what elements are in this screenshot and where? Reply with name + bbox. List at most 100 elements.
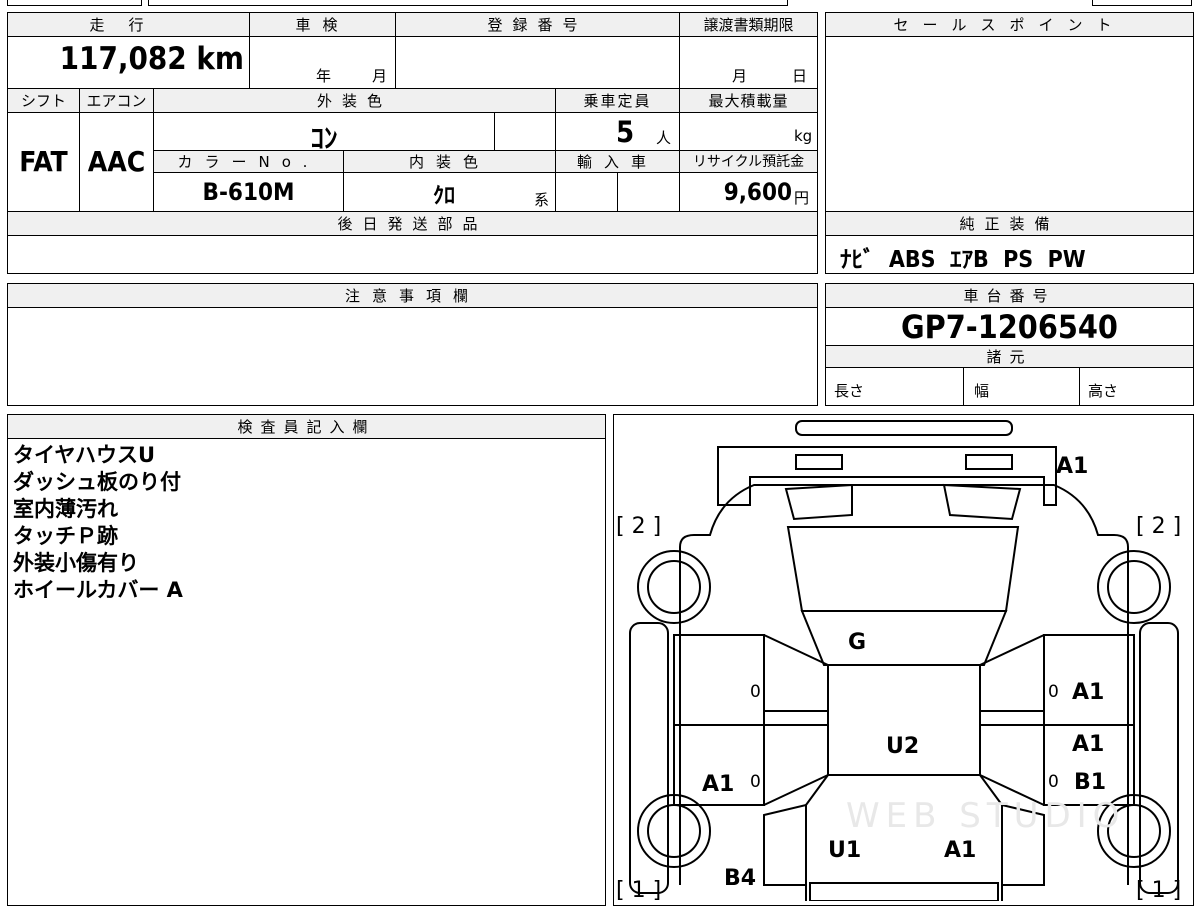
mileage-cell: 走行 117,082 km (8, 13, 250, 88)
damage-mark-front-right-door: A1 (1072, 732, 1104, 757)
interior-color-value: ｸﾛ (432, 184, 455, 209)
zero-mark: 0 (1048, 772, 1059, 792)
damage-mark-front-left-panel: B4 (724, 866, 756, 891)
cabin-top-shape (800, 610, 1008, 666)
roof-shape (786, 526, 1020, 612)
registration-cell: 登録番号 (396, 13, 680, 88)
rear-lamp-right (965, 454, 1013, 470)
left-door-lines (763, 634, 829, 806)
inspector-line: タイヤハウスU (13, 443, 156, 467)
vehicle-info-table: 走行 117,082 km 車検 年 月 登録番号 譲渡書類期限 月 日 シフト… (7, 12, 818, 274)
import-divider (617, 173, 618, 211)
recycle-label: リサイクル預託金 (680, 151, 817, 173)
aircon-value: AAC (87, 145, 146, 178)
exterior-color-divider (494, 113, 495, 150)
rear-bumper-shape (795, 420, 1013, 436)
exterior-color-label: 外装色 (154, 89, 555, 113)
notes-label: 注意事項欄 (8, 284, 817, 308)
damage-mark-left-front: A1 (702, 772, 734, 797)
front-left-panel (763, 803, 807, 886)
chassis-value: GP7-1206540 (826, 308, 1193, 346)
damage-mark-hood-left: U1 (828, 838, 861, 863)
inspector-line: 外装小傷有り (13, 551, 139, 575)
height-cell: 高さ (1080, 368, 1193, 405)
damage-mark-hood-right: A1 (944, 838, 976, 863)
inspector-box: 検査員記入欄 タイヤハウスU ダッシュ板のり付 室内薄汚れ タッチＰ跡 外装小傷… (7, 414, 606, 906)
transfer-label: 譲渡書類期限 (680, 13, 817, 37)
registration-label: 登録番号 (396, 13, 679, 37)
import-cell: 輸入車 (556, 151, 680, 211)
zero-mark: 0 (750, 772, 761, 792)
transfer-month-unit: 月 (732, 67, 748, 85)
inspection-year-unit: 年 (316, 67, 332, 85)
aircon-cell: エアコン AAC (80, 89, 154, 211)
shift-value: FAT (19, 145, 68, 178)
color-no-label: カラーNo. (154, 151, 343, 173)
length-cell: 長さ (826, 368, 964, 405)
width-label: 幅 (974, 382, 990, 400)
rear-lamp-left (795, 454, 843, 470)
door-rear-left (673, 634, 765, 726)
damage-mark-roof: G (848, 630, 866, 655)
wheel-front-left-inner (647, 804, 701, 858)
sales-point-label: セールスポイント (826, 13, 1193, 37)
rear-window-shape (784, 483, 853, 521)
tire-label-front-left: [ 1 ] (616, 878, 661, 901)
wheel-rear-left-inner (647, 560, 701, 614)
equipment-label: 純正装備 (826, 212, 1193, 236)
interior-color-suffix: 系 (534, 191, 550, 209)
front-bumper-shape (809, 882, 999, 901)
shift-cell: シフト FAT (8, 89, 80, 211)
equipment-value: ﾅﾋﾞ ABS ｴｱB PS PW (840, 247, 1086, 273)
top-strip (0, 0, 1200, 8)
damage-mark-rear-right-door: A1 (1072, 680, 1104, 705)
max-load-label: 最大積載量 (680, 89, 817, 113)
specs-label: 諸元 (826, 346, 1193, 368)
damage-mark-cabin: U2 (886, 734, 919, 759)
transfer-day-unit: 日 (792, 67, 808, 85)
tire-label-rear-right: [ 2 ] (1136, 514, 1181, 539)
height-label: 高さ (1088, 382, 1119, 400)
top-strip-box-3 (1092, 0, 1192, 6)
equipment-box: 純正装備 ﾅﾋﾞ ABS ｴｱB PS PW (825, 212, 1194, 274)
left-side-bar (629, 622, 669, 894)
tire-label-front-right: [ 1 ] (1136, 878, 1181, 901)
transfer-cell: 譲渡書類期限 月 日 (680, 13, 817, 88)
color-no-cell: カラーNo. B-610M (154, 151, 344, 211)
interior-color-label: 内装色 (344, 151, 555, 173)
shift-label: シフト (8, 89, 79, 113)
mileage-value: 117,082 km (59, 41, 244, 77)
inspection-label: 車検 (250, 13, 395, 37)
recycle-cell: リサイクル預託金 9,600 円 (680, 151, 817, 211)
recycle-unit: 円 (794, 189, 810, 207)
watermark-text: WEB STUDIO (846, 796, 1125, 836)
width-cell: 幅 (964, 368, 1080, 405)
inspection-month-unit: 月 (372, 67, 388, 85)
capacity-value: 5 (616, 115, 635, 149)
inspector-line: ダッシュ板のり付 (13, 470, 181, 494)
row-1: 走行 117,082 km 車検 年 月 登録番号 譲渡書類期限 月 日 (8, 13, 817, 89)
zero-mark: 0 (750, 682, 761, 702)
chassis-box: 車台番号 GP7-1206540 諸元 長さ 幅 高さ (825, 283, 1194, 406)
notes-box: 注意事項欄 (7, 283, 818, 406)
row-2: シフト FAT エアコン AAC 外装色 ｺﾝ 乗車定員 5 人 最大積載量 k… (8, 89, 817, 212)
capacity-unit: 人 (656, 129, 672, 147)
car-diagram: WEB STUDIO [ 2 ] [ 2 ] [ 1 ] [ 1 ] 0 0 0… (616, 420, 1181, 901)
max-load-cell: 最大積載量 kg (680, 89, 817, 151)
capacity-label: 乗車定員 (556, 89, 679, 113)
later-parts-label: 後日発送部品 (8, 212, 817, 236)
top-strip-box-1 (7, 0, 142, 6)
max-load-unit: kg (794, 127, 813, 145)
inspection-cell: 車検 年 月 (250, 13, 396, 88)
capacity-cell: 乗車定員 5 人 (556, 89, 680, 151)
length-label: 長さ (834, 382, 865, 400)
color-no-value: B-610M (202, 178, 295, 206)
wheel-rear-right-inner (1107, 560, 1161, 614)
inspector-line: ホイールカバー A (13, 578, 183, 602)
chassis-label: 車台番号 (826, 284, 1193, 308)
damage-mark-rear: A1 (1056, 454, 1088, 479)
import-label: 輸入車 (556, 151, 679, 173)
inspector-line: 室内薄汚れ (13, 497, 118, 521)
tire-label-rear-left: [ 2 ] (616, 514, 661, 539)
damage-mark-right-front: B1 (1074, 770, 1106, 795)
